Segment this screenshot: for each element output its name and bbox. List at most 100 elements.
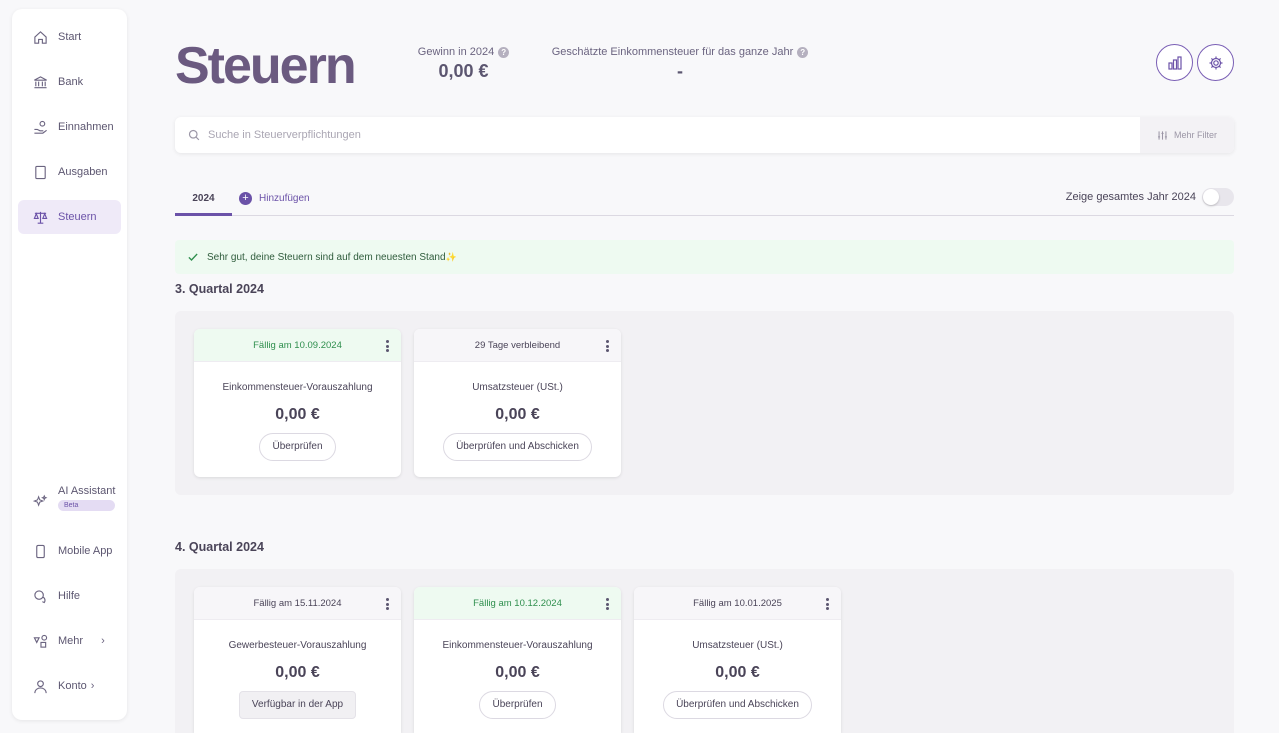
sidebar-item-ai-assistant[interactable]: AI Assistant Beta — [18, 482, 121, 520]
sidebar-item-label: AI Assistant — [58, 485, 116, 497]
help-icon[interactable]: ? — [498, 46, 510, 58]
card-amount: 0,00 € — [715, 664, 760, 681]
profit-label-row: Gewinn in 2024 ? — [417, 46, 510, 58]
tax-card: Fällig am 10.01.2025 Umsatzsteuer (USt.)… — [634, 587, 841, 733]
sidebar-item-label: Mehr — [58, 635, 84, 647]
sidebar-item-konto[interactable]: Konto › — [18, 669, 121, 703]
ai-assistant-text: AI Assistant Beta — [58, 485, 116, 511]
card-head-text: Fällig am 10.12.2024 — [473, 597, 562, 609]
card-tax-name: Umsatzsteuer (USt.) — [472, 382, 563, 393]
sidebar-item-bank[interactable]: Bank — [18, 65, 121, 99]
tax-label: Geschätzte Einkommensteuer für das ganze… — [551, 46, 794, 58]
tax-card: Fällig am 15.11.2024 Gewerbesteuer-Vorau… — [194, 587, 401, 733]
section-title-q4: 4. Quartal 2024 — [175, 540, 264, 554]
tax-card: Fällig am 10.09.2024 Einkommensteuer-Vor… — [194, 329, 401, 477]
status-banner-text: Sehr gut, deine Steuern sind auf dem neu… — [207, 252, 457, 263]
tab-2024[interactable]: 2024 — [175, 183, 232, 216]
sidebar-item-hilfe[interactable]: Hilfe — [18, 579, 121, 613]
card-due-date: Fällig am 15.11.2024 — [194, 587, 401, 620]
add-year-label: Hinzufügen — [259, 192, 310, 204]
chat-icon — [32, 588, 48, 604]
bar-chart-icon — [1167, 55, 1182, 70]
sidebar-item-label: Bank — [58, 76, 84, 88]
check-icon — [187, 251, 199, 263]
sidebar-item-steuern[interactable]: Steuern — [18, 200, 121, 234]
card-head-text: 29 Tage verbleibend — [474, 339, 561, 351]
banner-message: Sehr gut, deine Steuern sind auf dem neu… — [207, 251, 446, 263]
more-options-icon[interactable] — [605, 340, 609, 352]
shapes-icon — [32, 633, 48, 649]
card-body: Gewerbesteuer-Vorauszahlung 0,00 € Verfü… — [194, 620, 401, 719]
card-due-date: Fällig am 10.09.2024 — [194, 329, 401, 362]
tax-value: - — [677, 61, 683, 81]
settings-button[interactable] — [1197, 44, 1234, 81]
user-icon — [32, 678, 48, 694]
more-options-icon[interactable] — [825, 598, 829, 610]
more-options-icon[interactable] — [385, 340, 389, 352]
tab-bar: 2024 + Hinzufügen Zeige gesamtes Jahr 20… — [175, 183, 1234, 216]
sidebar-item-einnahmen[interactable]: Einnahmen — [18, 110, 121, 144]
card-amount: 0,00 € — [275, 406, 320, 423]
review-button[interactable]: Überprüfen — [259, 433, 336, 461]
beta-badge: Beta — [58, 500, 116, 511]
gear-icon — [1209, 56, 1222, 69]
tax-label-row: Geschätzte Einkommensteuer für das ganze… — [551, 46, 809, 58]
card-head-text: Fällig am 15.11.2024 — [253, 597, 342, 609]
add-year-button[interactable]: + Hinzufügen — [239, 187, 310, 209]
profit-stat: Gewinn in 2024 ? 0,00 € — [417, 46, 510, 82]
profit-label: Gewinn in 2024 — [417, 46, 495, 58]
sidebar-item-ausgaben[interactable]: Ausgaben — [18, 155, 121, 189]
help-icon[interactable]: ? — [797, 46, 809, 58]
sidebar-item-label: Hilfe — [58, 590, 81, 602]
sidebar-item-label: Mobile App — [58, 545, 113, 557]
full-year-toggle-row: Zeige gesamtes Jahr 2024 — [1066, 188, 1234, 206]
review-and-submit-button[interactable]: Überprüfen und Abschicken — [663, 691, 812, 719]
filter-icon — [1158, 130, 1167, 140]
tax-card: Fällig am 10.12.2024 Einkommensteuer-Vor… — [414, 587, 621, 733]
card-body: Umsatzsteuer (USt.) 0,00 € Überprüfen un… — [414, 362, 621, 461]
home-icon — [32, 29, 48, 45]
review-button[interactable]: Überprüfen — [479, 691, 556, 719]
tax-stat: Geschätzte Einkommensteuer für das ganze… — [551, 46, 809, 82]
full-year-toggle-label: Zeige gesamtes Jahr 2024 — [1065, 191, 1196, 203]
income-icon — [32, 119, 48, 135]
plus-icon: + — [239, 191, 252, 205]
card-body: Einkommensteuer-Vorauszahlung 0,00 € Übe… — [194, 362, 401, 461]
card-amount: 0,00 € — [275, 664, 320, 681]
bank-icon — [32, 74, 48, 90]
sidebar-item-label: Ausgaben — [58, 166, 108, 178]
card-body: Umsatzsteuer (USt.) 0,00 € Überprüfen un… — [634, 620, 841, 719]
card-due-date: Fällig am 10.01.2025 — [634, 587, 841, 620]
sidebar-item-label: Steuern — [58, 211, 97, 223]
sidebar: Start Bank Einnahmen Ausgaben Steuern AI… — [12, 9, 127, 720]
available-in-app-button[interactable]: Verfügbar in der App — [238, 691, 357, 719]
card-tax-name: Einkommensteuer-Vorauszahlung — [222, 382, 373, 393]
card-amount: 0,00 € — [495, 406, 540, 423]
search-bar: Mehr Filter — [175, 117, 1234, 153]
card-body: Einkommensteuer-Vorauszahlung 0,00 € Übe… — [414, 620, 621, 719]
search-input[interactable] — [208, 129, 1140, 141]
sidebar-item-label: Einnahmen — [58, 121, 114, 133]
more-filter-button[interactable]: Mehr Filter — [1140, 117, 1234, 153]
sidebar-item-label: Start — [58, 31, 82, 43]
chart-button[interactable] — [1156, 44, 1193, 81]
profit-value: 0,00 € — [438, 61, 489, 81]
sidebar-item-mehr[interactable]: Mehr › — [18, 624, 121, 658]
more-options-icon[interactable] — [605, 598, 609, 610]
card-tax-name: Einkommensteuer-Vorauszahlung — [442, 640, 593, 651]
card-due-date: 29 Tage verbleibend — [414, 329, 621, 362]
phone-icon — [32, 543, 48, 559]
review-and-submit-button[interactable]: Überprüfen und Abschicken — [443, 433, 592, 461]
chevron-right-icon: › — [90, 680, 95, 692]
card-head-text: Fällig am 10.09.2024 — [253, 339, 342, 351]
chevron-right-icon: › — [101, 635, 105, 647]
more-options-icon[interactable] — [385, 598, 389, 610]
card-due-date: Fällig am 10.12.2024 — [414, 587, 621, 620]
full-year-toggle[interactable] — [1202, 188, 1234, 206]
page-title: Steuern — [175, 37, 357, 95]
sidebar-item-label: Konto — [58, 680, 87, 692]
sidebar-item-start[interactable]: Start — [18, 20, 121, 54]
section-title-q3: 3. Quartal 2024 — [175, 282, 264, 296]
sidebar-item-mobile-app[interactable]: Mobile App — [18, 534, 121, 568]
card-head-text: Fällig am 10.01.2025 — [693, 597, 782, 609]
